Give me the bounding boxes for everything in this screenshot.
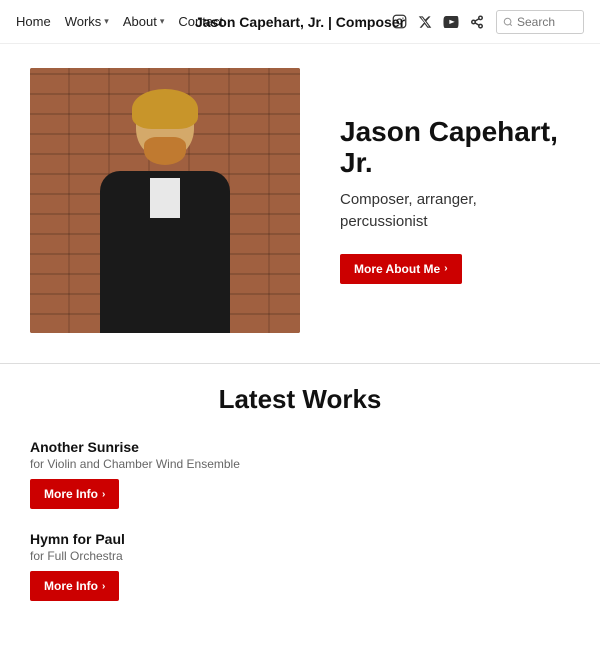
search-input[interactable] xyxy=(517,15,577,29)
work-subtitle-2: for Full Orchestra xyxy=(30,549,570,563)
hero-image xyxy=(30,68,300,333)
hero-name: Jason Capehart, Jr. xyxy=(340,117,570,179)
latest-works-title: Latest Works xyxy=(30,384,570,415)
navbar: Home Works ▾ About ▾ Contact Jason Capeh… xyxy=(0,0,600,44)
work-title-2: Hymn for Paul xyxy=(30,531,570,547)
youtube-icon[interactable] xyxy=(442,13,460,31)
chevron-down-icon: ▾ xyxy=(104,16,109,27)
work-item-2: Hymn for Paul for Full Orchestra More In… xyxy=(30,531,570,601)
chevron-right-icon: › xyxy=(444,263,447,274)
hero-text: Jason Capehart, Jr. Composer, arranger,p… xyxy=(340,117,570,284)
nav-links: Home Works ▾ About ▾ Contact xyxy=(16,14,223,29)
site-title: Jason Capehart, Jr. | Composer xyxy=(195,14,405,30)
search-box[interactable] xyxy=(496,10,584,34)
work-more-info-button-1[interactable]: More Info › xyxy=(30,479,119,509)
hero-section: Jason Capehart, Jr. Composer, arranger,p… xyxy=(0,44,600,363)
more-about-me-button[interactable]: More About Me › xyxy=(340,254,462,284)
share-icon[interactable] xyxy=(468,13,486,31)
work-subtitle-1: for Violin and Chamber Wind Ensemble xyxy=(30,457,570,471)
chevron-down-icon: ▾ xyxy=(160,16,165,27)
nav-home[interactable]: Home xyxy=(16,14,51,29)
latest-works-section: Latest Works Another Sunrise for Violin … xyxy=(0,384,600,653)
work-more-info-button-2[interactable]: More Info › xyxy=(30,571,119,601)
nav-right xyxy=(390,10,584,34)
work-item-1: Another Sunrise for Violin and Chamber W… xyxy=(30,439,570,509)
search-icon xyxy=(503,17,513,27)
chevron-right-icon: › xyxy=(102,581,105,592)
x-icon[interactable] xyxy=(416,13,434,31)
nav-works[interactable]: Works ▾ xyxy=(65,14,109,29)
work-title-1: Another Sunrise xyxy=(30,439,570,455)
chevron-right-icon: › xyxy=(102,489,105,500)
nav-about[interactable]: About ▾ xyxy=(123,14,165,29)
hero-subtitle: Composer, arranger,percussionist xyxy=(340,189,570,234)
